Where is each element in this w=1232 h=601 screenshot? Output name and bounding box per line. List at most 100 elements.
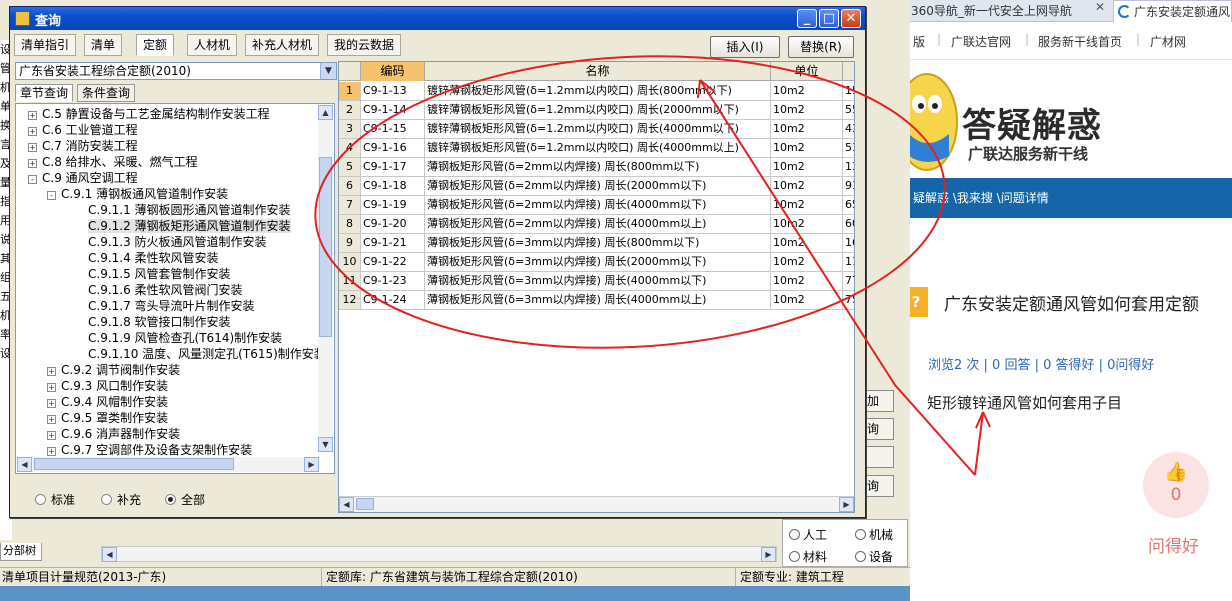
grid-header-price[interactable]: 单价	[843, 62, 854, 81]
tree-item[interactable]: + C.9.5 罩类制作安装	[47, 410, 168, 426]
table-row[interactable]: 9 C9-1-21 薄钢板矩形风管(δ=3mm以内焊接) 周长(800mm以下) 10…	[339, 234, 854, 253]
tree-item[interactable]: C.9.1.9 风管检查孔(T614)制作安装	[88, 330, 282, 346]
tree-item[interactable]: C.9.1.5 风管套管制作安装	[88, 266, 231, 282]
background-query-button-2[interactable]: 询	[862, 475, 894, 497]
library-select[interactable]: 广东省安装工程综合定额(2010) ▼	[15, 62, 337, 80]
tree-item[interactable]: C.9.1.2 薄钢板矩形通风管道制作安装	[88, 218, 291, 234]
scroll-thumb[interactable]	[319, 157, 332, 337]
expand-icon[interactable]: +	[47, 399, 56, 408]
tree-item[interactable]: + C.9.7 空调部件及设备支架制作安装	[47, 442, 252, 458]
radio-machine[interactable]: 机械	[855, 526, 893, 543]
scroll-down-icon[interactable]: ▼	[318, 437, 333, 452]
table-row[interactable]: 1 C9-1-13 镀锌薄钢板矩形风管(δ=1.2mm以内咬口) 周长(800mm以…	[339, 82, 854, 101]
scroll-left-icon[interactable]: ◀	[339, 497, 354, 512]
collapse-icon[interactable]: -	[47, 191, 56, 200]
filter-standard[interactable]: 标准	[35, 491, 75, 508]
tree-item[interactable]: + C.9.4 风帽制作安装	[47, 394, 168, 410]
grid-header-unit[interactable]: 单位	[771, 62, 843, 81]
scroll-thumb[interactable]	[34, 458, 234, 470]
expand-icon[interactable]: +	[28, 127, 37, 136]
tab-cloud-data[interactable]: 我的云数据	[327, 34, 402, 56]
table-row[interactable]: 11 C9-1-23 薄钢板矩形风管(δ=3mm以内焊接) 周长(4000mm以下)…	[339, 272, 854, 291]
expand-icon[interactable]: +	[28, 159, 37, 168]
expand-icon[interactable]: +	[47, 431, 56, 440]
tab-fenbu-tree[interactable]: 分部树	[0, 543, 42, 561]
scroll-left-icon[interactable]: ◀	[17, 457, 32, 472]
table-row[interactable]: 8 C9-1-20 薄钢板矩形风管(δ=2mm以内焊接) 周长(4000mm以上) 1…	[339, 215, 854, 234]
tree-item[interactable]: C.9.1.3 防火板通风管道制作安装	[88, 234, 267, 250]
radio-material[interactable]: 材料	[789, 548, 827, 565]
browser-tab-active[interactable]: 广东安装定额通风	[1113, 0, 1232, 22]
tree-item[interactable]: + C.9.2 调节阀制作安装	[47, 362, 180, 378]
scroll-right-icon[interactable]: ▶	[839, 497, 854, 512]
filter-supplement[interactable]: 补充	[101, 491, 141, 508]
close-tab-icon[interactable]: ✕	[1092, 0, 1108, 14]
tree-item[interactable]: C.9.1.8 软管接口制作安装	[88, 314, 231, 330]
expand-icon[interactable]: +	[28, 111, 37, 120]
background-horizontal-scrollbar[interactable]: ◀ ▶	[101, 546, 777, 562]
expand-icon[interactable]: +	[47, 447, 56, 456]
scroll-right-icon[interactable]: ▶	[304, 457, 319, 472]
expand-icon[interactable]: +	[28, 143, 37, 152]
tree-item[interactable]: + C.6 工业管道工程	[28, 122, 138, 138]
like-button[interactable]: 👍 0	[1143, 452, 1209, 518]
table-row[interactable]: 12 C9-1-24 薄钢板矩形风管(δ=3mm以内焊接) 周长(4000mm以上)…	[339, 291, 854, 310]
radio-equipment[interactable]: 设备	[855, 548, 893, 565]
expand-icon[interactable]: +	[47, 383, 56, 392]
nav-link-1[interactable]: 版	[913, 33, 925, 50]
tab-chapter-query[interactable]: 章节查询	[15, 84, 74, 102]
tab-list-guide[interactable]: 清单指引	[14, 34, 77, 56]
maximize-icon[interactable]: □	[819, 9, 839, 28]
table-row[interactable]: 4 C9-1-16 镀锌薄钢板矩形风管(δ=1.2mm以内咬口) 周长(4000mm…	[339, 139, 854, 158]
radio-labor[interactable]: 人工	[789, 526, 827, 543]
scroll-left-icon[interactable]: ◀	[102, 547, 117, 562]
tree-item[interactable]: C.9.1.10 温度、风量测定孔(T615)制作安装	[88, 346, 326, 362]
filter-all[interactable]: 全部	[165, 491, 205, 508]
close-icon[interactable]: ✕	[841, 9, 861, 28]
tree-item[interactable]: + C.9.3 风口制作安装	[47, 378, 168, 394]
dialog-titlebar[interactable]: 查询 _ □ ✕	[10, 7, 865, 30]
browser-tab-360[interactable]: 360导航_新一代安全上网导航	[911, 0, 1111, 22]
tab-labor-material[interactable]: 人材机	[187, 34, 238, 56]
grid-header-code[interactable]: 编码	[361, 62, 425, 81]
tab-condition-query[interactable]: 条件查询	[77, 84, 136, 102]
scroll-right-icon[interactable]: ▶	[761, 547, 776, 562]
tree-item[interactable]: C.9.1.1 薄钢板圆形通风管道制作安装	[88, 202, 291, 218]
minimize-icon[interactable]: _	[797, 9, 817, 28]
insert-button[interactable]: 插入(I)	[710, 36, 780, 58]
scroll-thumb[interactable]	[356, 498, 374, 510]
tree-item[interactable]: - C.9.1 薄钢板通风管道制作安装	[47, 186, 228, 202]
nav-link-material[interactable]: 广材网	[1150, 33, 1186, 50]
tree-item[interactable]: - C.9 通风空调工程	[28, 170, 138, 186]
table-row[interactable]: 7 C9-1-19 薄钢板矩形风管(δ=2mm以内焊接) 周长(4000mm以下) 1…	[339, 196, 854, 215]
chevron-down-icon[interactable]: ▼	[320, 63, 336, 79]
collapse-icon[interactable]: -	[28, 175, 37, 184]
tree-item[interactable]: C.9.1.7 弯头导流叶片制作安装	[88, 298, 255, 314]
tree-vertical-scrollbar[interactable]: ▲ ▼	[318, 105, 333, 452]
nav-link-service[interactable]: 服务新干线首页	[1038, 33, 1122, 50]
tree-item[interactable]: C.9.1.4 柔性软风管安装	[88, 250, 219, 266]
breadcrumb[interactable]: 疑解惑 \我来搜 \问题详情	[895, 178, 1232, 218]
background-blank-button[interactable]	[862, 446, 894, 468]
tree-item[interactable]: + C.8 给排水、采暖、燃气工程	[28, 154, 198, 170]
tree-item[interactable]: + C.9.6 消声器制作安装	[47, 426, 180, 442]
scroll-up-icon[interactable]: ▲	[318, 105, 333, 120]
table-row[interactable]: 3 C9-1-15 镀锌薄钢板矩形风管(δ=1.2mm以内咬口) 周长(4000mm…	[339, 120, 854, 139]
background-add-button[interactable]: 加	[862, 390, 894, 412]
replace-button[interactable]: 替换(R)	[788, 36, 854, 58]
expand-icon[interactable]: +	[47, 415, 56, 424]
tree-item[interactable]: + C.7 消防安装工程	[28, 138, 138, 154]
grid-header-name[interactable]: 名称	[425, 62, 771, 81]
tab-quota[interactable]: 定额	[136, 34, 175, 56]
table-row[interactable]: 5 C9-1-17 薄钢板矩形风管(δ=2mm以内焊接) 周长(800mm以下) 10…	[339, 158, 854, 177]
tab-supplement-material[interactable]: 补充人材机	[245, 34, 320, 56]
expand-icon[interactable]: +	[47, 367, 56, 376]
table-row[interactable]: 6 C9-1-18 薄钢板矩形风管(δ=2mm以内焊接) 周长(2000mm以下) 1…	[339, 177, 854, 196]
tree-item[interactable]: C.9.1.6 柔性软风管阀门安装	[88, 282, 243, 298]
tab-list[interactable]: 清单	[84, 34, 123, 56]
table-row[interactable]: 2 C9-1-14 镀锌薄钢板矩形风管(δ=1.2mm以内咬口) 周长(2000mm…	[339, 101, 854, 120]
tree-item[interactable]: + C.5 静置设备与工艺金属结构制作安装工程	[28, 106, 270, 122]
grid-horizontal-scrollbar[interactable]: ◀ ▶	[339, 496, 854, 512]
background-query-button[interactable]: 询	[862, 418, 894, 440]
tree-horizontal-scrollbar[interactable]: ◀ ▶	[17, 457, 319, 472]
